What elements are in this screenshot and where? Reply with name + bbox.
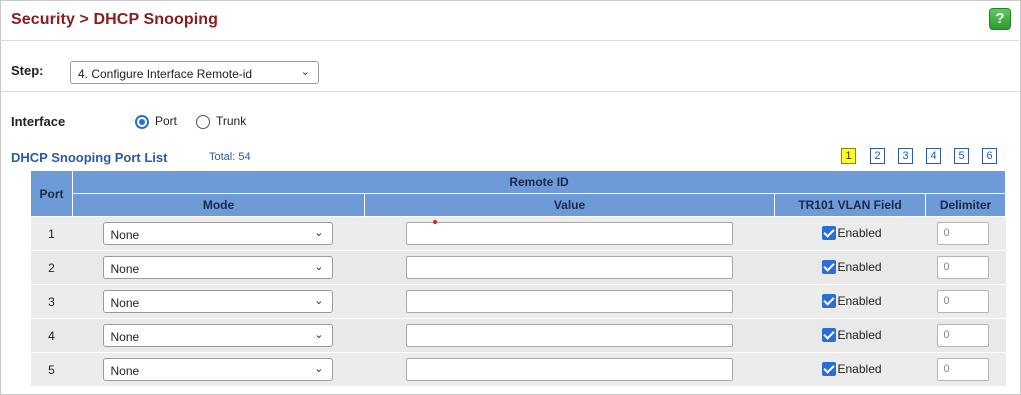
tr101-label: Enabled [837, 294, 882, 308]
tr101-checkbox[interactable] [821, 328, 836, 342]
value-input[interactable] [405, 358, 733, 381]
mode-cell: None ⌄ [72, 318, 365, 353]
required-marker-icon [432, 220, 437, 224]
page-link-5[interactable]: 5 [954, 148, 969, 164]
mode-cell: None ⌄ [72, 352, 365, 387]
page-link-6[interactable]: 6 [982, 148, 997, 164]
value-input[interactable] [405, 256, 733, 279]
table-row: 5 None ⌄ Enabled 0 [30, 352, 1006, 387]
mode-select[interactable]: None ⌄ [102, 324, 333, 347]
port-cell: 4 [30, 318, 73, 353]
port-cell: 1 [30, 216, 73, 251]
interface-port-label[interactable]: Port [155, 114, 177, 128]
delimiter-cell: 0 [925, 250, 1006, 285]
chevron-down-icon: ⌄ [314, 227, 324, 239]
col-header-tr101: TR101 VLAN Field [774, 193, 926, 217]
port-table: Port Remote ID Mode Value TR101 VLAN Fie… [30, 170, 1007, 387]
delimiter-input[interactable]: 0 [936, 358, 989, 381]
mode-select[interactable]: None ⌄ [102, 290, 333, 313]
delimiter-cell: 0 [925, 216, 1006, 251]
chevron-down-icon: ⌄ [314, 295, 324, 307]
mode-cell: None ⌄ [72, 284, 365, 319]
interface-port-radio[interactable] [135, 115, 149, 129]
mode-select-value: None [110, 228, 140, 242]
page-link-2[interactable]: 2 [870, 148, 885, 164]
chevron-down-icon: ⌄ [314, 329, 324, 341]
step-label: Step: [11, 63, 44, 78]
mode-select-value: None [110, 364, 140, 378]
value-input[interactable] [405, 290, 733, 313]
mode-select[interactable]: None ⌄ [102, 358, 333, 381]
help-icon[interactable]: ? [989, 8, 1011, 30]
title-bar: Security > DHCP Snooping ? [0, 0, 1019, 41]
mode-select-value: None [110, 296, 140, 310]
col-header-remote-id: Remote ID [71, 170, 1007, 194]
value-cell [364, 284, 775, 319]
chevron-down-icon: ⌄ [300, 66, 310, 78]
mode-select-value: None [110, 262, 140, 276]
tr101-label: Enabled [837, 260, 882, 274]
step-select[interactable]: 4. Configure Interface Remote-id ⌄ [70, 61, 319, 84]
delimiter-input[interactable]: 0 [936, 324, 989, 347]
tr101-label: Enabled [837, 362, 882, 376]
col-header-port: Port [30, 170, 73, 217]
interface-label: Interface [11, 114, 66, 129]
delimiter-cell: 0 [925, 318, 1006, 353]
mode-select[interactable]: None ⌄ [102, 222, 333, 245]
col-header-mode: Mode [72, 193, 365, 217]
mode-select[interactable]: None ⌄ [102, 256, 333, 279]
delimiter-input[interactable]: 0 [936, 256, 989, 279]
chevron-down-icon: ⌄ [314, 261, 324, 273]
mode-cell: None ⌄ [72, 250, 365, 285]
port-cell: 3 [30, 284, 73, 319]
table-row: 3 None ⌄ Enabled 0 [30, 284, 1006, 319]
tr101-label: Enabled [837, 226, 882, 240]
tr101-checkbox[interactable] [821, 294, 836, 308]
page-title: Security > DHCP Snooping [11, 11, 219, 28]
delimiter-cell: 0 [925, 284, 1006, 319]
step-select-value: 4. Configure Interface Remote-id [78, 67, 253, 81]
value-cell [364, 318, 775, 353]
chevron-down-icon: ⌄ [314, 363, 324, 375]
page-link-4[interactable]: 4 [926, 148, 941, 164]
tr101-cell: Enabled [774, 352, 926, 387]
col-header-value: Value [364, 193, 775, 217]
delimiter-cell: 0 [925, 352, 1006, 387]
tr101-cell: Enabled [774, 250, 926, 285]
tr101-cell: Enabled [774, 216, 926, 251]
port-list-title: DHCP Snooping Port List [11, 150, 168, 165]
step-row: Step: 4. Configure Interface Remote-id ⌄ [0, 41, 1019, 92]
table-row: 2 None ⌄ Enabled 0 [30, 250, 1006, 285]
tr101-cell: Enabled [774, 318, 926, 353]
value-input[interactable] [405, 222, 733, 245]
page-link-3[interactable]: 3 [898, 148, 913, 164]
delimiter-input[interactable]: 0 [936, 222, 989, 245]
interface-trunk-label[interactable]: Trunk [216, 114, 246, 128]
table-row: 4 None ⌄ Enabled 0 [30, 318, 1006, 353]
value-cell [364, 216, 775, 251]
port-cell: 2 [30, 250, 73, 285]
port-cell: 5 [30, 352, 73, 387]
value-cell [364, 250, 775, 285]
value-cell [364, 352, 775, 387]
table-row: 1 None ⌄ Enabled 0 [30, 216, 1006, 251]
col-header-delimiter: Delimiter [924, 193, 1007, 217]
tr101-checkbox[interactable] [821, 260, 836, 274]
page-link-1[interactable]: 1 [841, 148, 856, 164]
interface-trunk-radio[interactable] [196, 115, 210, 129]
mode-cell: None ⌄ [72, 216, 365, 251]
tr101-label: Enabled [837, 328, 882, 342]
value-input[interactable] [405, 324, 733, 347]
delimiter-input[interactable]: 0 [936, 290, 989, 313]
port-list-total: Total: 54 [209, 151, 251, 163]
tr101-checkbox[interactable] [821, 226, 836, 240]
mode-select-value: None [110, 330, 140, 344]
tr101-checkbox[interactable] [821, 362, 836, 376]
tr101-cell: Enabled [774, 284, 926, 319]
